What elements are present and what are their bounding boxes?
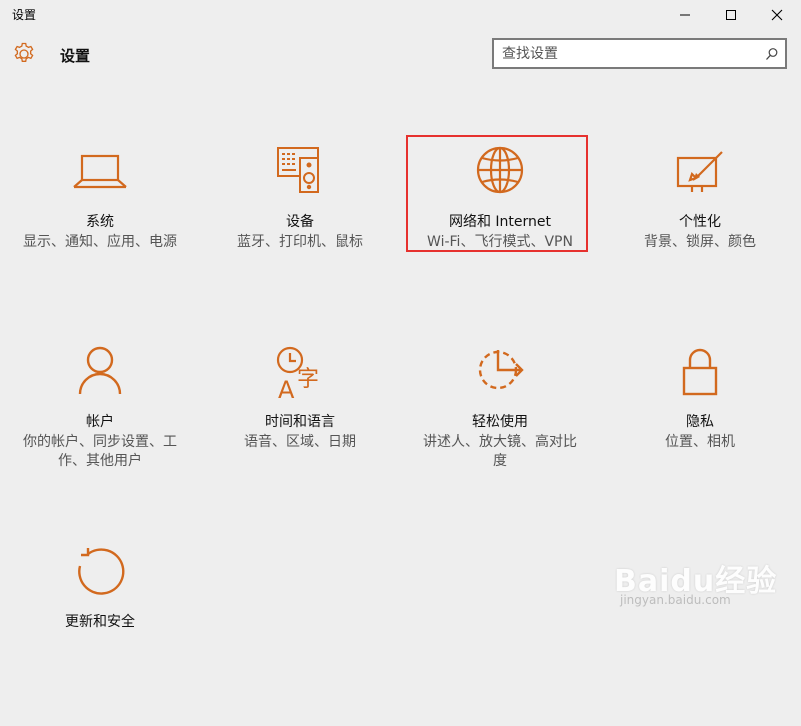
tile-title: 更新和安全 <box>65 614 135 630</box>
close-icon <box>771 9 783 21</box>
highlight-box <box>406 135 588 252</box>
watermark: Baidu经验 jingyan.baidu.com <box>600 540 790 620</box>
gear-icon <box>14 42 34 62</box>
tile-description: 你的帐户、同步设置、工作、其他用户 <box>23 434 177 469</box>
tile-system[interactable]: 系统 显示、通知、应用、电源 <box>14 146 186 326</box>
tile-update-security[interactable]: 更新和安全 <box>14 546 186 726</box>
svg-text:A: A <box>278 376 295 404</box>
tile-description: 位置、相机 <box>665 434 735 450</box>
search-icon[interactable] <box>765 47 779 61</box>
tile-description: 讲述人、放大镜、高对比度 <box>423 434 577 469</box>
minimize-button[interactable] <box>662 0 708 30</box>
lock-icon <box>682 348 718 396</box>
person-icon <box>78 346 122 395</box>
page-title: 设置 <box>60 47 91 65</box>
ease-of-access-icon <box>478 350 524 390</box>
tile-description: 语音、区域、日期 <box>244 434 356 450</box>
search-box[interactable] <box>492 38 787 69</box>
tile-description: 背景、锁屏、颜色 <box>644 234 756 250</box>
title-bar: 设置 <box>0 0 801 30</box>
window-title: 设置 <box>12 8 37 22</box>
maximize-button[interactable] <box>708 0 754 30</box>
tile-title: 时间和语言 <box>265 414 335 430</box>
tile-title: 帐户 <box>86 414 114 430</box>
tile-personalization[interactable]: 个性化 背景、锁屏、颜色 <box>614 146 786 326</box>
tile-title: 设备 <box>286 214 314 230</box>
tile-devices[interactable]: 设备 蓝牙、打印机、鼠标 <box>214 146 386 326</box>
tile-accounts[interactable]: 帐户 你的帐户、同步设置、工作、其他用户 <box>14 346 186 526</box>
paint-brush-icon <box>676 151 723 192</box>
tile-description: 显示、通知、应用、电源 <box>23 234 177 250</box>
devices-icon <box>277 147 319 193</box>
tile-time-language[interactable]: A 字 时间和语言 语音、区域、日期 <box>214 346 386 526</box>
watermark-url: jingyan.baidu.com <box>620 593 731 607</box>
tile-title: 轻松使用 <box>472 414 528 430</box>
svg-text:字: 字 <box>297 367 319 392</box>
tile-ease-of-access[interactable]: 轻松使用 讲述人、放大镜、高对比度 <box>414 346 586 526</box>
time-language-icon: A 字 <box>276 346 319 404</box>
update-icon <box>78 548 125 595</box>
tile-privacy[interactable]: 隐私 位置、相机 <box>614 346 786 526</box>
maximize-icon <box>726 10 736 20</box>
laptop-icon <box>73 154 127 189</box>
tile-title: 个性化 <box>679 214 721 230</box>
tile-description: 蓝牙、打印机、鼠标 <box>237 234 363 250</box>
tile-title: 系统 <box>86 214 114 230</box>
close-button[interactable] <box>754 0 800 30</box>
search-input[interactable] <box>502 44 752 63</box>
tile-title: 隐私 <box>686 414 714 430</box>
minimize-icon <box>680 14 690 16</box>
